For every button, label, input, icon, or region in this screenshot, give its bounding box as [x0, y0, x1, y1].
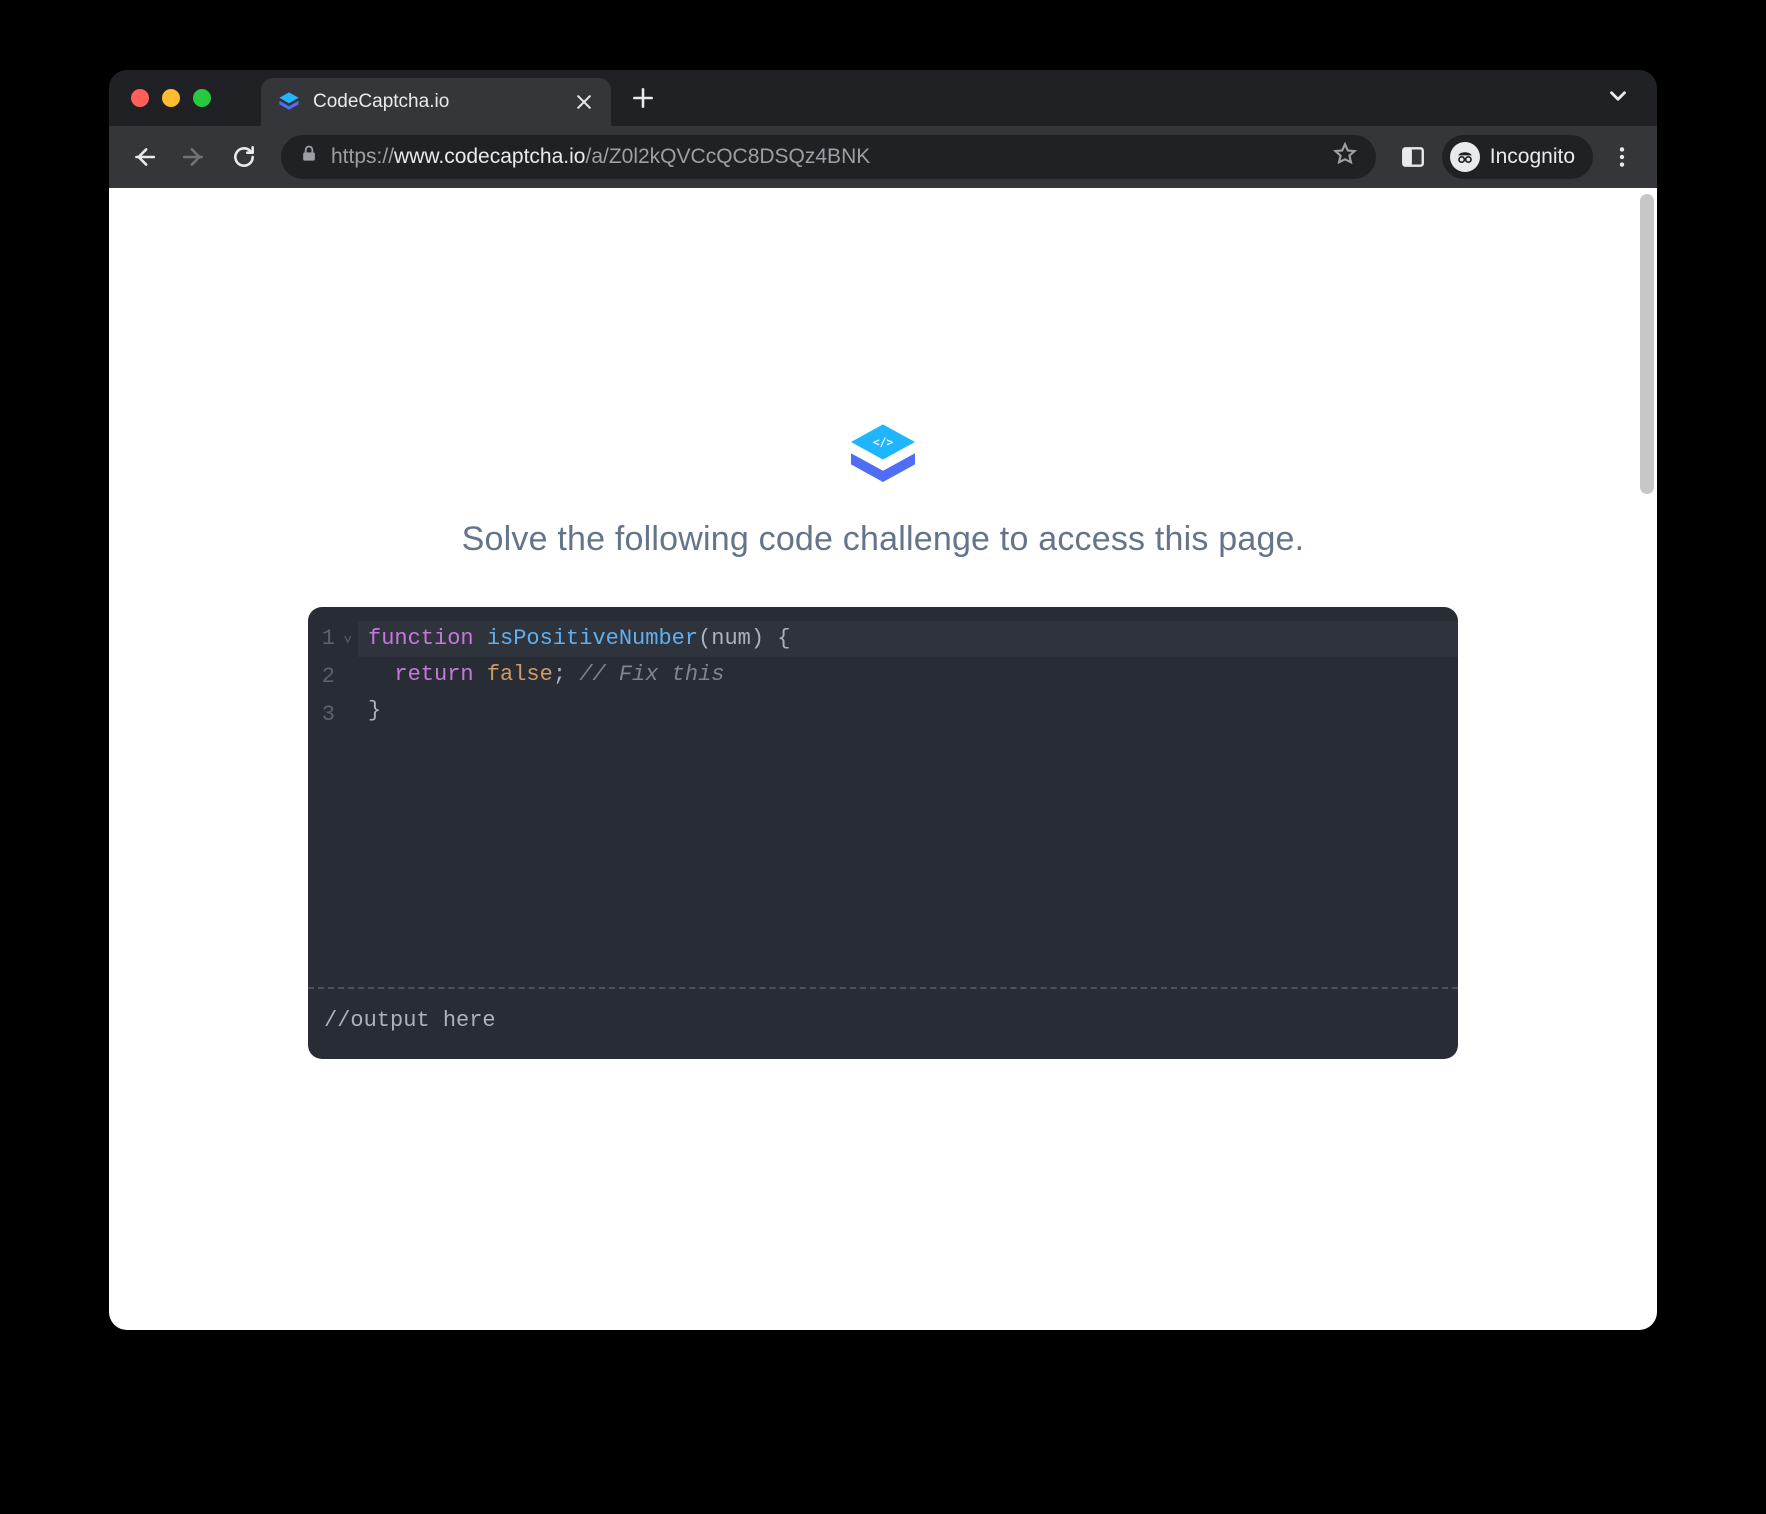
back-button[interactable] [123, 136, 165, 178]
browser-tab[interactable]: CodeCaptcha.io [261, 78, 611, 126]
lock-icon [299, 144, 319, 170]
reload-button[interactable] [223, 136, 265, 178]
output-area: //output here [308, 989, 1458, 1059]
scrollbar[interactable] [1640, 194, 1654, 494]
forward-button[interactable] [173, 136, 215, 178]
challenge-prompt: Solve the following code challenge to ac… [462, 520, 1305, 559]
tab-favicon-icon [277, 90, 301, 114]
code-line[interactable]: return false; // Fix this [368, 657, 1458, 693]
fold-marker-icon[interactable]: ˅ [338, 623, 352, 659]
address-bar[interactable]: https://www.codecaptcha.io/a/Z0l2kQVCcQC… [281, 135, 1376, 179]
window-zoom-button[interactable] [193, 89, 211, 107]
window-minimize-button[interactable] [162, 89, 180, 107]
window-close-button[interactable] [131, 89, 149, 107]
page-content: </> Solve the following code challenge t… [109, 188, 1657, 1330]
code-lines[interactable]: function isPositiveNumber(num) { return … [358, 621, 1458, 973]
browser-window: CodeCaptcha.io https://www.code [109, 70, 1657, 1330]
code-editor[interactable]: 1˅ 2 3 function isPositiveNumber(num) { … [308, 607, 1458, 987]
incognito-icon [1450, 142, 1480, 172]
incognito-indicator[interactable]: Incognito [1442, 135, 1593, 179]
tab-title: CodeCaptcha.io [313, 91, 561, 113]
site-logo-icon: </> [843, 418, 923, 498]
svg-text:</>: </> [873, 436, 893, 449]
tab-overflow-button[interactable] [1605, 83, 1631, 114]
line-number-gutter: 1˅ 2 3 [308, 621, 358, 973]
code-editor-panel: 1˅ 2 3 function isPositiveNumber(num) { … [308, 607, 1458, 1059]
kebab-menu-button[interactable] [1601, 136, 1643, 178]
incognito-label: Incognito [1490, 145, 1575, 169]
bookmark-star-icon[interactable] [1332, 141, 1358, 173]
tab-close-button[interactable] [573, 91, 595, 113]
panel-toggle-icon[interactable] [1392, 136, 1434, 178]
window-controls [131, 89, 211, 107]
new-tab-button[interactable] [623, 78, 663, 118]
browser-toolbar: https://www.codecaptcha.io/a/Z0l2kQVCcQC… [109, 126, 1657, 188]
tab-bar: CodeCaptcha.io [109, 70, 1657, 126]
url-text: https://www.codecaptcha.io/a/Z0l2kQVCcQC… [331, 145, 1320, 169]
page-viewport: </> Solve the following code challenge t… [109, 188, 1657, 1330]
code-line[interactable]: function isPositiveNumber(num) { [358, 621, 1458, 657]
code-line[interactable]: } [368, 693, 1458, 729]
